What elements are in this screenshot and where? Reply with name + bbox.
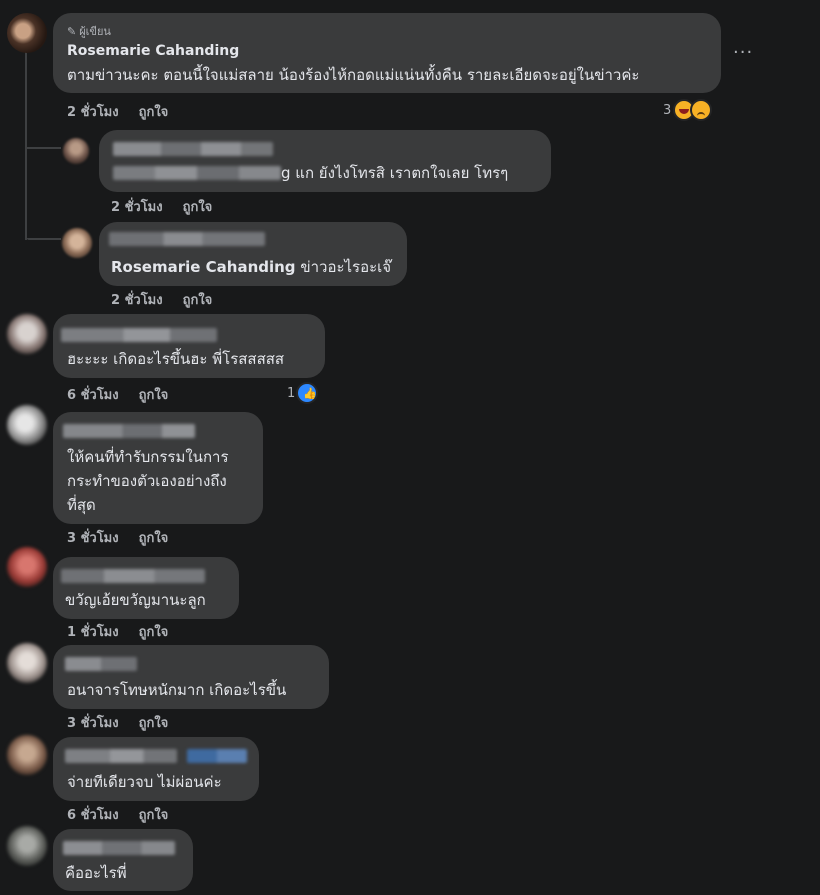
comment-author[interactable]: Rosemarie Cahanding <box>67 43 239 59</box>
reaction-summary[interactable]: 3 <box>663 99 713 121</box>
thread-branch <box>27 238 61 240</box>
sad-icon <box>690 99 713 121</box>
comment-meta: 3 ชั่วโมง ถูกใจ <box>67 712 168 733</box>
author-badge: ✎ ผู้เขียน <box>67 22 111 40</box>
like-button[interactable]: ถูกใจ <box>183 289 213 310</box>
comment-bubble: อนาจารโทษหนักมาก เกิดอะไรขึ้น <box>53 645 329 709</box>
comment-bubble: ✎ ผู้เขียน Rosemarie Cahanding ตามข่าวนะ… <box>53 13 721 93</box>
blurred-author <box>63 841 175 855</box>
comment-text: ขวัญเอ้ยขวัญมานะลูก <box>65 591 206 609</box>
comment-bubble: g แก ยังไงโทรสิ เราตกใจเลย โทรๆ <box>99 130 551 192</box>
like-button[interactable]: ถูกใจ <box>139 527 169 548</box>
comment-text: ฮะะะะ เกิดอะไรขึ้นฮะ พี่โรสสสสส <box>67 350 285 368</box>
comment-text: ตามข่าวนะคะ ตอนนี้ใจแม่สลาย น้องร้องไห้ก… <box>67 66 640 84</box>
avatar[interactable] <box>7 826 47 866</box>
comment-text: คืออะไรพี่ <box>65 864 127 882</box>
mention-link[interactable]: Rosemarie Cahanding <box>111 258 296 276</box>
avatar[interactable] <box>7 405 47 445</box>
pencil-icon: ✎ <box>67 24 77 38</box>
comment-time[interactable]: 2 ชั่วโมง <box>111 196 163 217</box>
comment-meta: 6 ชั่วโมง ถูกใจ <box>67 804 168 825</box>
reaction-count: 1 <box>287 385 296 401</box>
comment-text-line: ให้คนที่ทำรับกรรมในการ <box>67 448 229 466</box>
comment-text-line: ที่สุด <box>67 496 96 514</box>
avatar[interactable] <box>63 138 89 164</box>
comment-time[interactable]: 1 ชั่วโมง <box>67 621 119 642</box>
more-options-button[interactable]: ··· <box>733 42 753 63</box>
blurred-author <box>65 657 137 671</box>
comment-meta: 2 ชั่วโมง ถูกใจ <box>111 289 212 310</box>
comment-body: ข่าวอะไรอะเจ๊ <box>300 258 392 276</box>
like-button[interactable]: ถูกใจ <box>139 101 169 122</box>
comment-meta: 1 ชั่วโมง ถูกใจ <box>67 621 168 642</box>
comment-meta: 6 ชั่วโมง ถูกใจ <box>67 384 168 405</box>
comment-bubble: ฮะะะะ เกิดอะไรขึ้นฮะ พี่โรสสสสส <box>53 314 325 378</box>
comment-text: จ่ายทีเดียวจบ ไม่ผ่อนค่ะ <box>67 773 222 791</box>
reaction-summary[interactable]: 1 👍 <box>287 382 319 404</box>
comment-bubble: ให้คนที่ทำรับกรรมในการ กระทำของตัวเองอย่… <box>53 412 263 524</box>
comment-time[interactable]: 6 ชั่วโมง <box>67 384 119 405</box>
blurred-author <box>113 142 273 156</box>
avatar[interactable] <box>62 228 92 258</box>
thread-branch <box>25 147 61 149</box>
comment-bubble: ขวัญเอ้ยขวัญมานะลูก <box>53 557 239 619</box>
avatar[interactable] <box>7 314 47 354</box>
blurred-author-tag <box>187 749 247 763</box>
comment-bubble: Rosemarie Cahanding ข่าวอะไรอะเจ๊ <box>99 222 407 286</box>
comment-meta: 3 ชั่วโมง ถูกใจ <box>67 527 168 548</box>
comment-bubble: จ่ายทีเดียวจบ ไม่ผ่อนค่ะ <box>53 737 259 801</box>
avatar[interactable] <box>7 547 47 587</box>
blurred-text <box>113 166 281 180</box>
comment-text: อนาจารโทษหนักมาก เกิดอะไรขึ้น <box>67 681 287 699</box>
like-button[interactable]: ถูกใจ <box>139 621 169 642</box>
like-button[interactable]: ถูกใจ <box>139 384 169 405</box>
comment-meta: 2 ชั่วโมง ถูกใจ <box>111 196 212 217</box>
avatar[interactable] <box>7 13 47 53</box>
avatar[interactable] <box>7 735 47 775</box>
comment-text: g แก ยังไงโทรสิ เราตกใจเลย โทรๆ <box>281 164 509 182</box>
reaction-count: 3 <box>663 102 672 118</box>
blurred-author <box>61 328 217 342</box>
comment-meta: 2 ชั่วโมง ถูกใจ <box>67 101 168 122</box>
like-button[interactable]: ถูกใจ <box>139 804 169 825</box>
comment-time[interactable]: 2 ชั่วโมง <box>67 101 119 122</box>
comment-time[interactable]: 6 ชั่วโมง <box>67 804 119 825</box>
blurred-author <box>63 424 195 438</box>
like-button[interactable]: ถูกใจ <box>139 712 169 733</box>
avatar[interactable] <box>7 643 47 683</box>
like-button[interactable]: ถูกใจ <box>183 196 213 217</box>
blurred-author <box>61 569 205 583</box>
thread-line <box>25 52 27 240</box>
comment-text-line: กระทำของตัวเองอย่างถึง <box>67 472 227 490</box>
blurred-author <box>65 749 177 763</box>
comment-time[interactable]: 3 ชั่วโมง <box>67 527 119 548</box>
comment-time[interactable]: 3 ชั่วโมง <box>67 712 119 733</box>
comment-text: Rosemarie Cahanding ข่าวอะไรอะเจ๊ <box>111 255 391 279</box>
comment-bubble: คืออะไรพี่ <box>53 829 193 891</box>
author-badge-label: ผู้เขียน <box>79 25 111 38</box>
like-icon: 👍 <box>296 382 319 404</box>
comment-time[interactable]: 2 ชั่วโมง <box>111 289 163 310</box>
blurred-author <box>109 232 265 246</box>
